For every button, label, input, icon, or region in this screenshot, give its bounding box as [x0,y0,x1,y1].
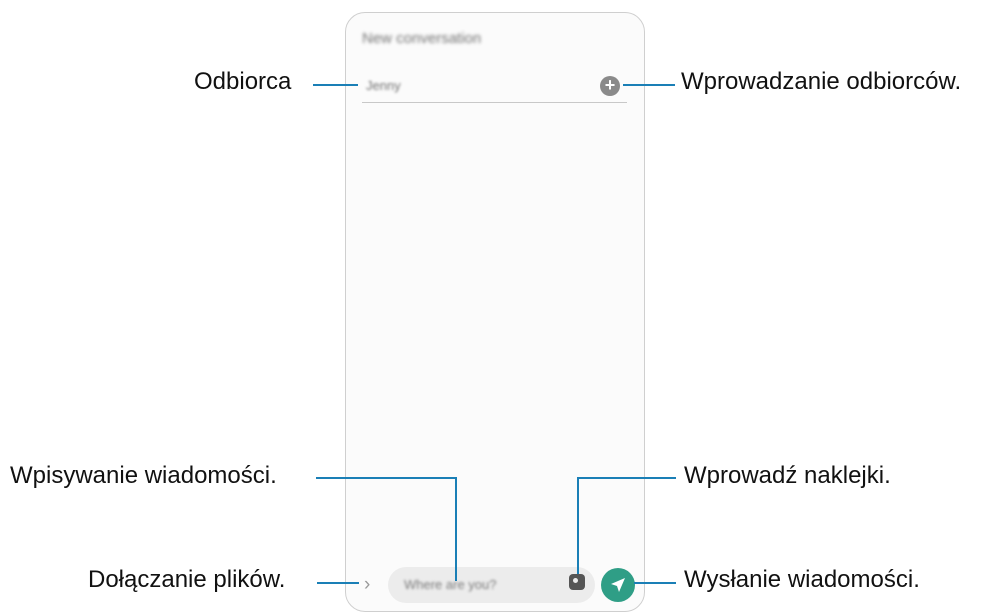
callout-line-stickers [577,477,676,479]
label-message-input: Wpisywanie wiadomości. [10,462,277,489]
send-icon [611,578,625,592]
label-attach-files: Dołączanie plików. [88,566,286,593]
chevron-right-icon[interactable]: › [364,574,370,596]
recipient-field[interactable]: Jenny [366,78,401,93]
callout-vline-stickers [577,477,579,574]
recipient-underline [362,102,627,103]
callout-line-send [634,582,676,584]
label-add-recipients: Wprowadzanie odbiorców. [681,68,962,95]
callout-line-message-input [316,477,457,479]
callout-line-add-recipients [623,84,675,86]
send-button[interactable] [601,568,635,602]
message-placeholder: Where are you? [404,577,497,592]
label-send: Wysłanie wiadomości. [684,566,920,593]
callout-line-attach-files [317,582,359,584]
sticker-icon[interactable] [569,574,585,590]
label-recipient: Odbiorca [194,68,292,95]
callout-vline-message-input [455,477,457,581]
add-recipient-icon[interactable]: + [600,76,620,96]
label-stickers: Wprowadź naklejki. [684,462,891,489]
screen-title: New conversation [362,30,482,47]
callout-line-recipient [313,84,358,86]
